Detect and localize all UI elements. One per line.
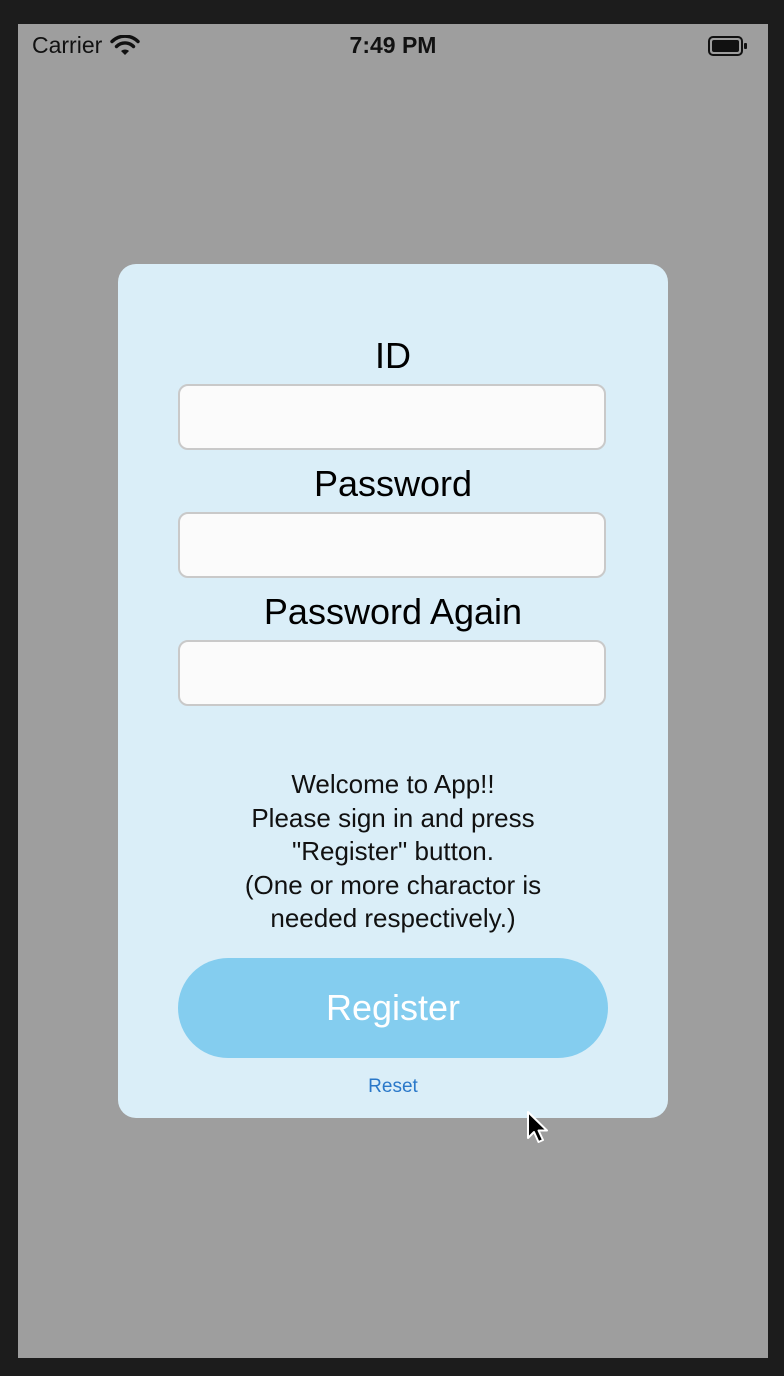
message-line: Please sign in and press [251,802,535,833]
welcome-message: Welcome to App!! Please sign in and pres… [118,768,668,936]
password-again-input[interactable] [178,640,606,706]
id-label: ID [375,335,411,376]
message-line: "Register" button. [291,836,494,866]
status-bar: Carrier 7:49 PM [18,24,768,68]
password-input[interactable] [178,512,606,578]
password-label: Password [313,463,473,504]
message-line: Welcome to App!! [291,769,495,799]
mouse-cursor-icon [526,1110,552,1146]
id-input[interactable] [178,384,606,450]
reset-button[interactable]: Reset [118,1076,668,1098]
password-again-label: Password Again [263,591,523,632]
register-button[interactable]: Register [178,958,608,1058]
register-button-label: Register [325,987,461,1028]
register-card: ID Password Password Again Welcome to Ap… [118,264,668,1118]
battery-icon [708,36,748,56]
message-line: (One or more charactor is [244,869,542,900]
phone-screen: Carrier 7:49 PM ID Password Password Aga… [18,24,768,1358]
status-time: 7:49 PM [349,32,437,58]
message-line: needed respectively.) [270,903,516,933]
